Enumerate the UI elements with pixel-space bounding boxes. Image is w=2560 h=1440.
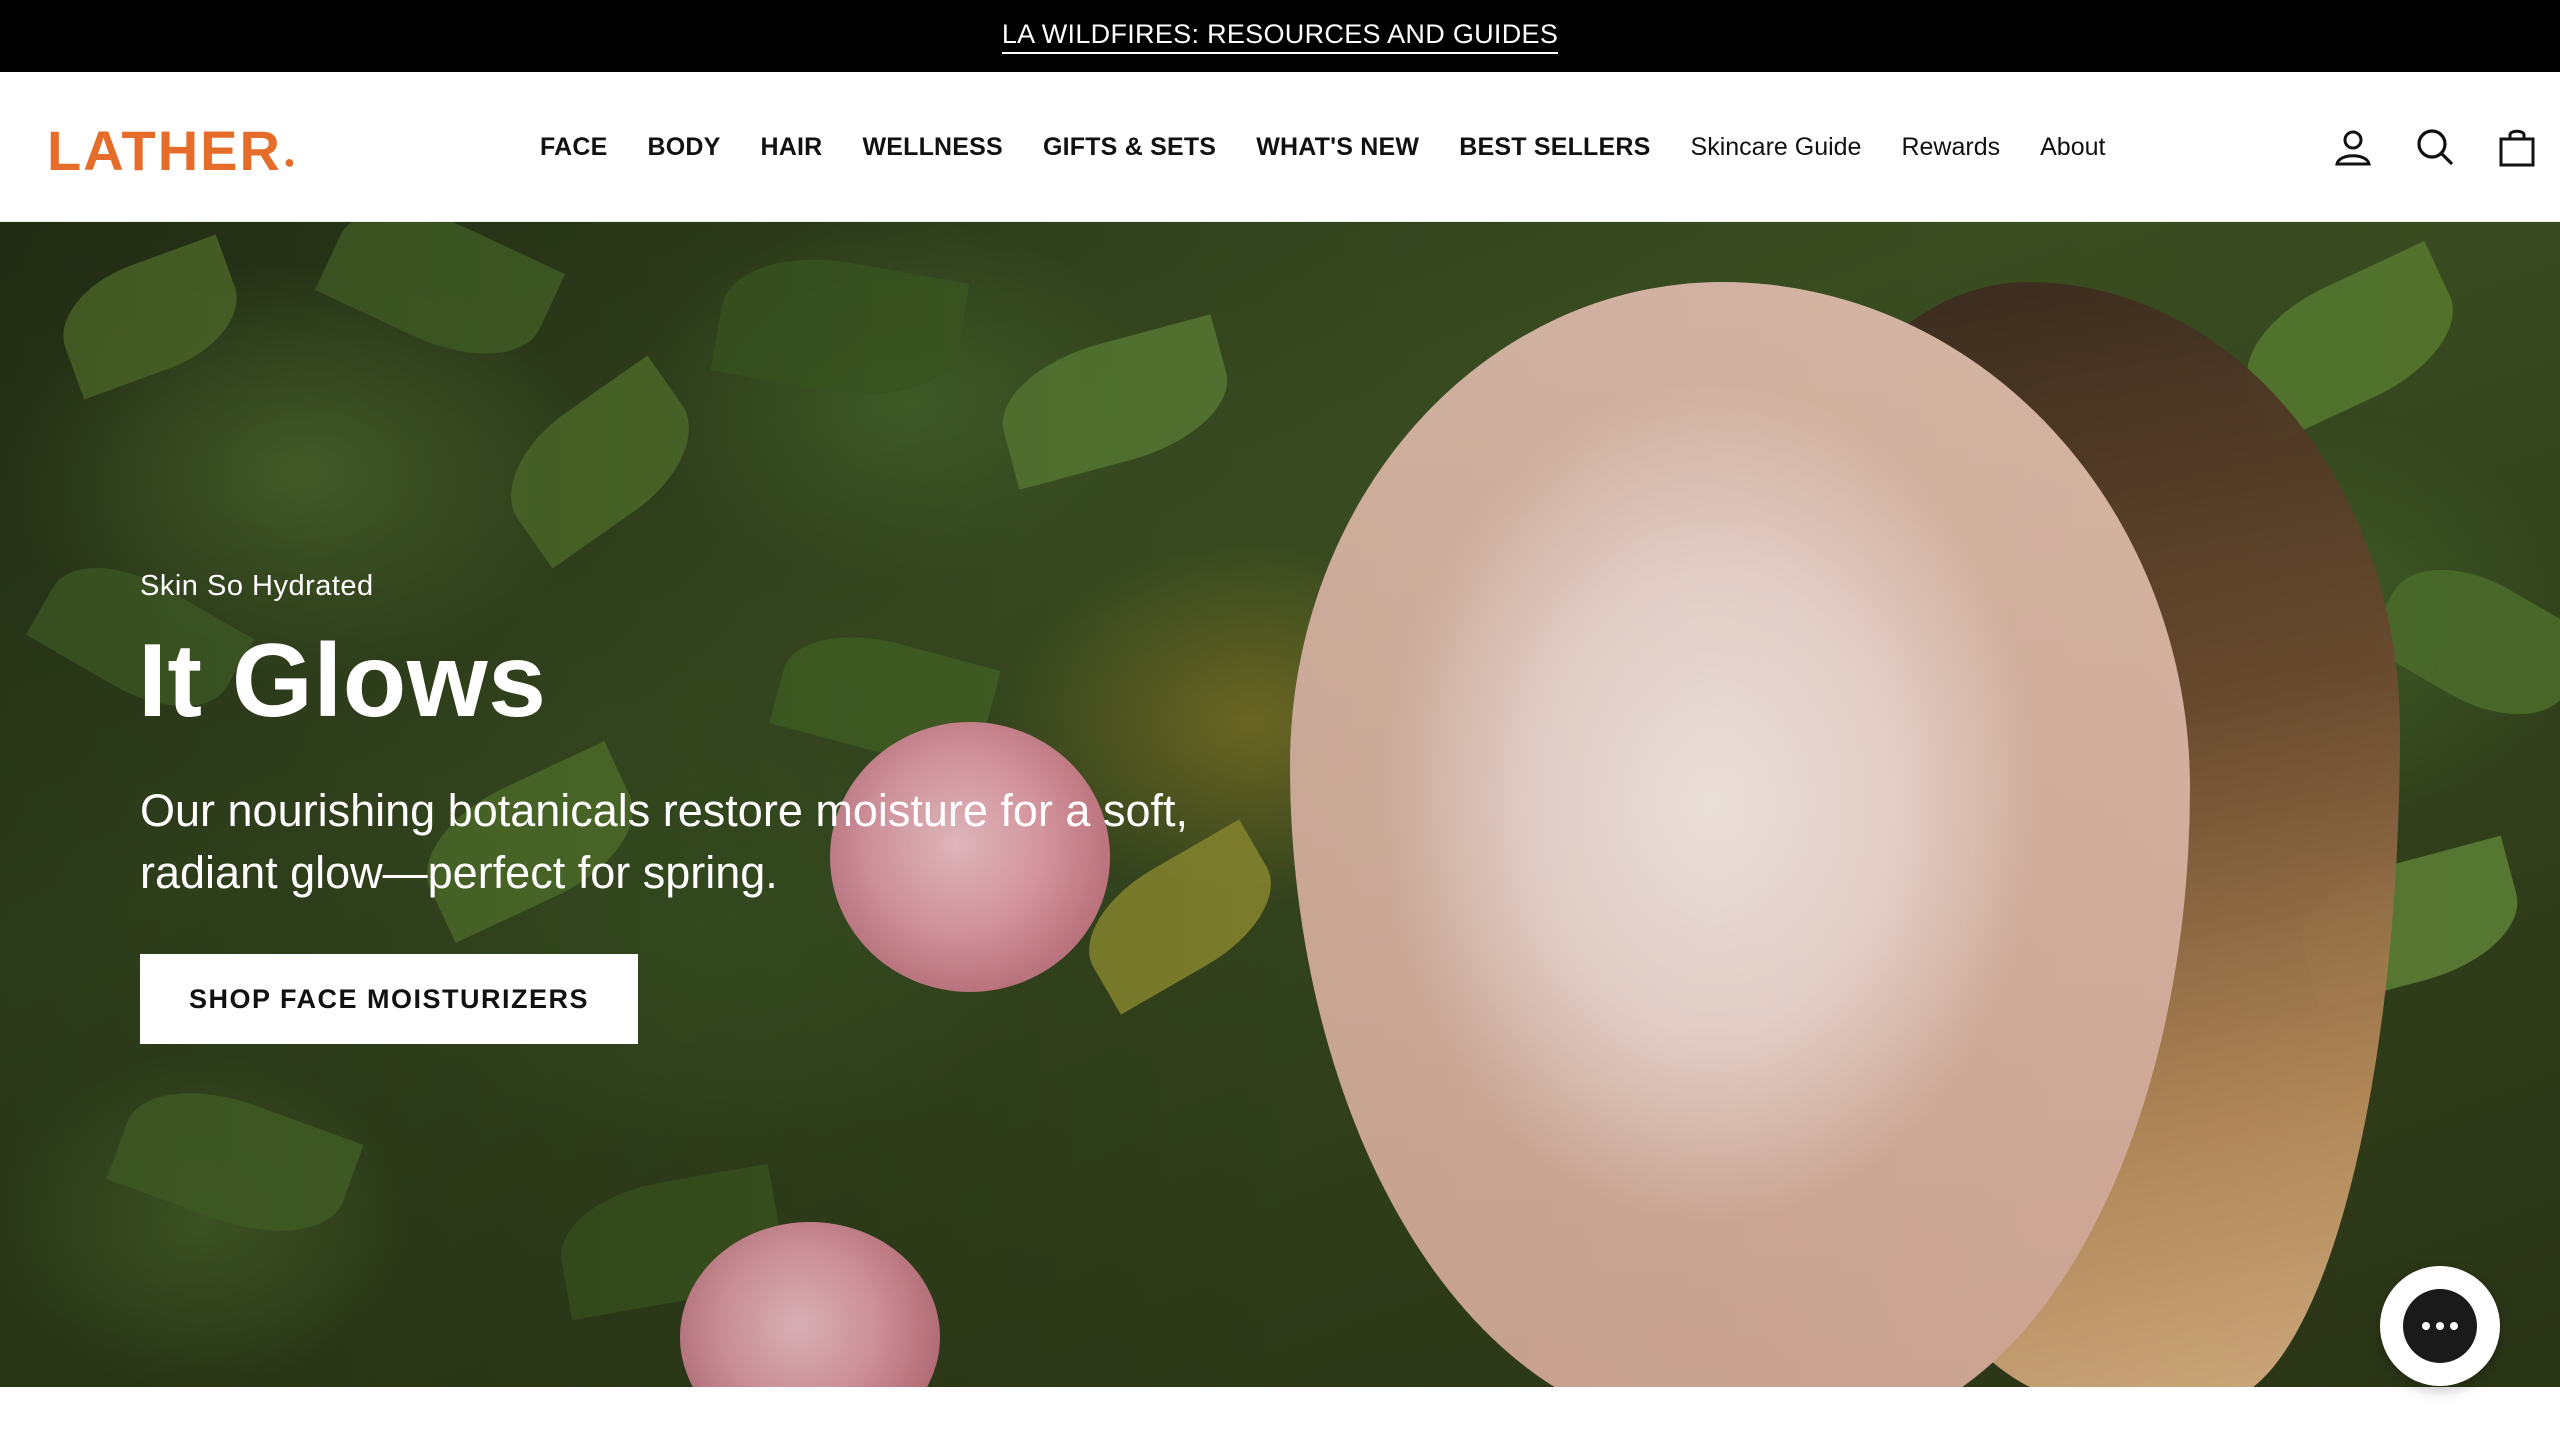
search-icon[interactable] [2414, 126, 2456, 168]
hero-banner: Skin So Hydrated It Glows Our nourishing… [0, 222, 2560, 1387]
nav-item-face[interactable]: FACE [540, 133, 607, 162]
hero-title: It Glows [138, 623, 547, 739]
nav-item-skincare-guide[interactable]: Skincare Guide [1691, 133, 1862, 162]
shop-face-moisturizers-button[interactable]: SHOP FACE MOISTURIZERS [140, 954, 638, 1044]
logo-text: LATHER [47, 119, 282, 182]
chat-launcher[interactable] [2380, 1266, 2500, 1386]
brand-logo[interactable]: LATHER ● [47, 118, 297, 183]
main-nav: FACE BODY HAIR WELLNESS GIFTS & SETS WHA… [540, 72, 2105, 222]
nav-item-wellness[interactable]: WELLNESS [862, 133, 1003, 162]
logo-dot: ● [283, 152, 297, 172]
nav-item-whats-new[interactable]: WHAT'S NEW [1256, 133, 1419, 162]
hero-eyebrow: Skin So Hydrated [140, 570, 374, 602]
nav-item-rewards[interactable]: Rewards [1901, 133, 2000, 162]
nav-item-about[interactable]: About [2040, 133, 2105, 162]
announcement-bar: LA WILDFIRES: RESOURCES AND GUIDES [0, 0, 2560, 72]
hero-subtitle: Our nourishing botanicals restore moistu… [140, 785, 1188, 898]
account-icon[interactable] [2332, 126, 2374, 168]
announcement-link[interactable]: LA WILDFIRES: RESOURCES AND GUIDES [1001, 19, 1559, 54]
nav-item-hair[interactable]: HAIR [761, 133, 823, 162]
cart-icon[interactable] [2496, 126, 2538, 168]
nav-item-best-sellers[interactable]: BEST SELLERS [1459, 133, 1650, 162]
site-header: LATHER ● FACE BODY HAIR WELLNESS GIFTS & … [0, 72, 2560, 222]
header-actions [2332, 72, 2538, 222]
nav-item-body[interactable]: BODY [647, 133, 720, 162]
chat-icon [2403, 1289, 2477, 1363]
nav-item-gifts-sets[interactable]: GIFTS & SETS [1043, 133, 1216, 162]
